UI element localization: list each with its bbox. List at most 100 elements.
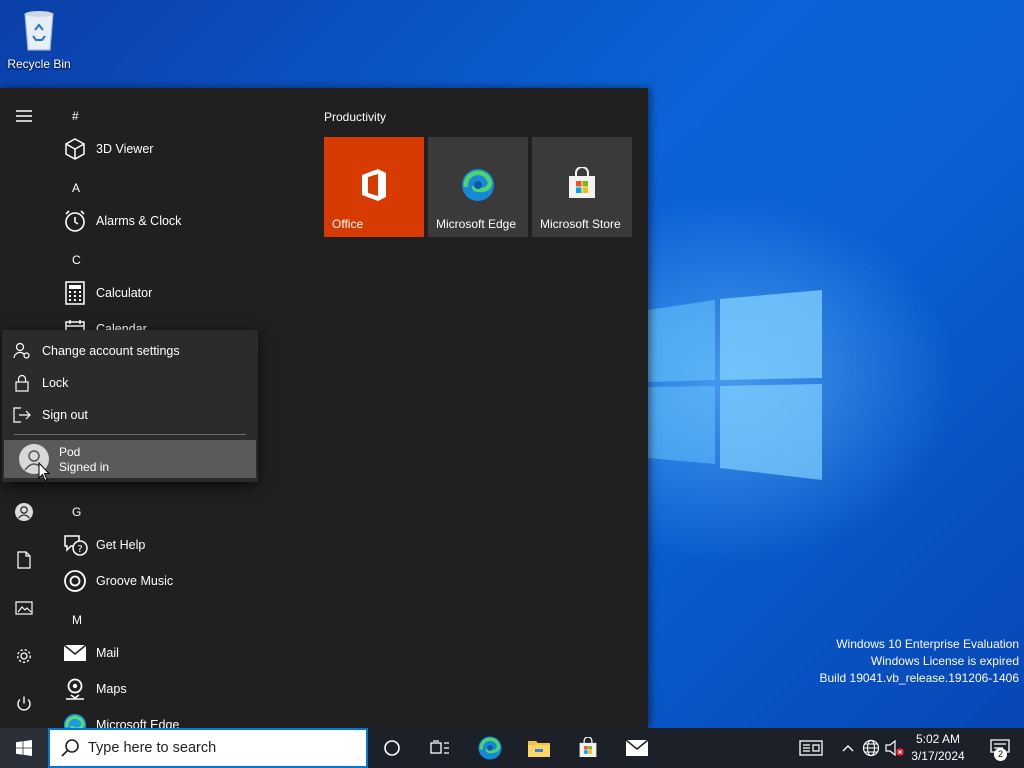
search-box[interactable]: Type here to search [48,728,368,768]
windows-logo-icon [16,740,32,756]
music-icon [62,568,88,594]
app-3d-viewer[interactable]: 3D Viewer [62,133,302,165]
network-button[interactable] [860,738,882,758]
volume-muted-icon [885,739,904,757]
app-calculator[interactable]: Calculator [62,277,302,309]
menu-item-label: Change account settings [42,344,180,358]
picture-icon [15,601,33,615]
office-icon [324,167,424,203]
watermark-line: Windows 10 Enterprise Evaluation [836,637,1019,651]
taskbar-mail-button[interactable] [613,728,661,768]
taskbar-store-button[interactable] [564,728,612,768]
lock-icon [2,374,42,392]
letter-header[interactable]: C [72,253,81,267]
lock-item[interactable]: Lock [2,367,258,399]
mail-icon [625,739,649,756]
hamburger-icon [16,110,32,122]
tile-label: Office [332,217,364,231]
app-name: Mail [96,646,119,660]
app-name: Get Help [96,538,146,552]
clock[interactable]: 5:02 AM 3/17/2024 [906,731,970,765]
task-view-button[interactable] [416,728,464,768]
edge-icon [478,736,502,760]
task-view-icon [430,740,449,754]
letter-header[interactable]: M [72,613,82,627]
license-watermark: Windows 10 Enterprise Evaluation Windows… [820,636,1020,687]
documents-button[interactable] [0,538,48,582]
edge-icon [62,712,88,728]
notification-badge: 2 [994,748,1007,761]
app-microsoft-edge[interactable]: Microsoft Edge [62,709,302,728]
file-explorer-button[interactable] [515,728,563,768]
power-icon [17,696,31,711]
app-get-help[interactable]: ? Get Help [62,529,302,561]
mail-icon [62,640,88,666]
app-groove-music[interactable]: Groove Music [62,565,302,597]
sign-out-item[interactable]: Sign out [2,399,258,431]
account-button[interactable] [0,490,48,534]
app-maps[interactable]: Maps [62,673,302,705]
mouse-cursor-icon [38,462,50,482]
search-icon [61,739,79,757]
tile-microsoft-edge[interactable]: Microsoft Edge [428,137,528,237]
recycle-bin[interactable]: Recycle Bin [6,8,72,71]
pictures-button[interactable] [0,586,48,630]
menu-item-label: Lock [42,376,69,390]
letter-header[interactable]: A [72,181,80,195]
news-interests-button[interactable] [799,738,823,758]
chevron-up-icon [842,745,854,752]
help-icon: ? [62,532,88,558]
tile-microsoft-store[interactable]: Microsoft Store [532,137,632,237]
account-flyout: Change account settings Lock Sign out Po… [2,330,258,482]
letter-header[interactable]: # [72,109,79,123]
user-status: Signed in [59,460,110,474]
action-center-button[interactable]: 2 [976,728,1024,768]
tile-group-header[interactable]: Productivity [324,110,386,124]
app-name: Microsoft Edge [96,718,180,728]
flyout-divider [14,434,246,435]
user-name: Pod [59,445,81,459]
gear-icon [17,649,31,663]
power-button[interactable] [0,682,48,726]
store-icon [532,167,632,201]
watermark-line: Build 19041.vb_release.191206-1406 [819,671,1020,685]
tile-label: Microsoft Store [540,217,621,231]
clock-date: 3/17/2024 [911,749,965,763]
settings-button[interactable] [0,634,48,678]
app-mail[interactable]: Mail [62,637,302,669]
start-button[interactable] [0,728,48,768]
sign-out-icon [2,407,42,423]
volume-button[interactable] [884,738,906,758]
taskbar-edge-button[interactable] [466,728,514,768]
folder-icon [528,741,550,757]
recycle-bin-icon [24,11,54,51]
expand-menu-button[interactable] [0,94,48,138]
cortana-button[interactable] [368,728,416,768]
calculator-icon [62,280,88,306]
app-name: Alarms & Clock [96,214,182,228]
watermark-line: Windows License is expired [870,654,1019,668]
cube-icon [62,136,88,162]
alarm-clock-icon [62,208,88,234]
tile-label: Microsoft Edge [436,217,517,231]
show-hidden-icons-button[interactable] [837,738,859,758]
app-name: Calculator [96,286,153,300]
search-placeholder: Type here to search [88,740,217,756]
app-name: 3D Viewer [96,142,154,156]
app-name: Maps [96,682,127,696]
account-settings-icon [2,342,42,360]
app-alarms-clock[interactable]: Alarms & Clock [62,205,302,237]
tile-office[interactable]: Office [324,137,424,237]
document-icon [17,551,31,569]
user-icon [15,503,33,521]
news-icon [799,740,823,756]
edge-icon [428,167,528,203]
svg-text:?: ? [77,544,82,555]
taskbar: Type here to search 5:02 AM 3/17/2024 2 [0,728,1024,768]
change-account-settings-item[interactable]: Change account settings [2,335,258,367]
letter-header[interactable]: G [72,505,81,519]
cortana-circle-icon [384,740,400,756]
recycle-bin-label: Recycle Bin [7,57,71,71]
globe-icon [862,739,880,757]
menu-item-label: Sign out [42,408,88,422]
